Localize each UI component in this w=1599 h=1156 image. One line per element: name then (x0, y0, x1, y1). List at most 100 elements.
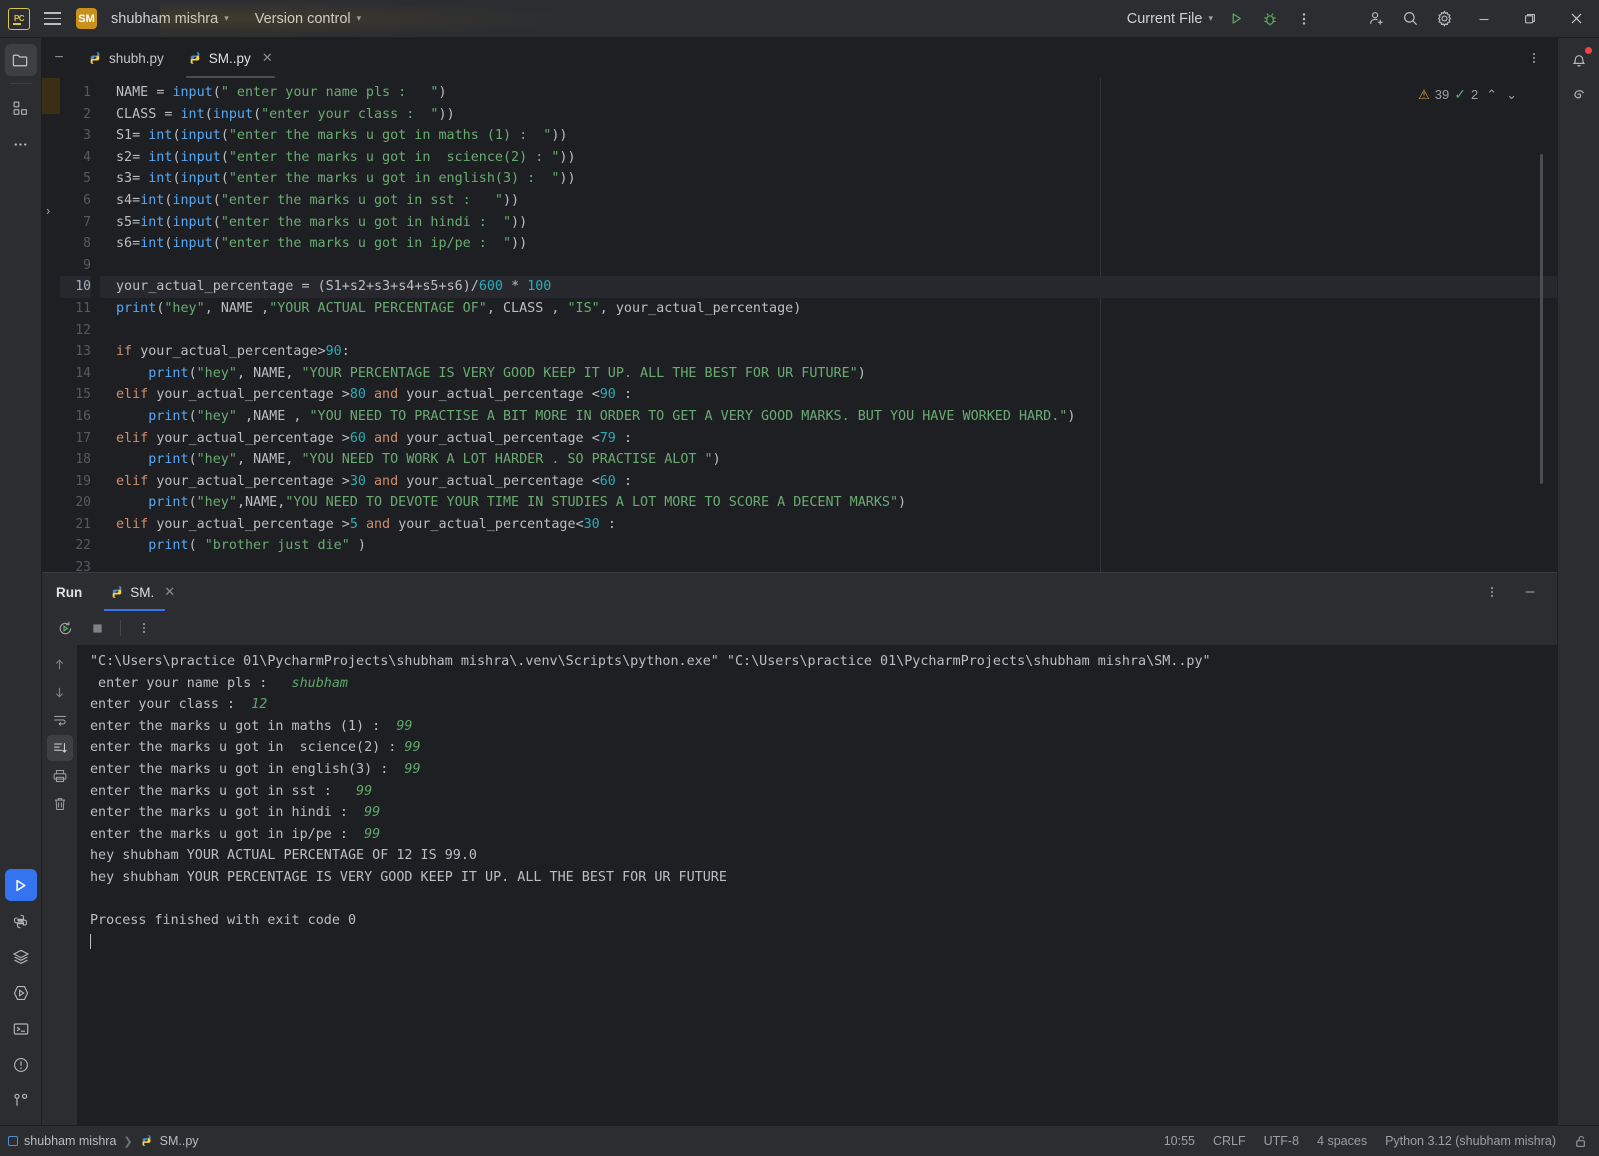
code-line[interactable]: elif your_actual_percentage >30 and your… (100, 471, 1557, 493)
chevron-up-icon[interactable]: ⌃ (1486, 87, 1497, 103)
console-caret-line[interactable] (90, 932, 1557, 954)
sidebar-item-version-control[interactable] (5, 1085, 37, 1117)
line-number-gutter: 1 2 3 4 5 6 7 8 9 10 11 12 13 14 15 16 17 18 19 20 21 22 23 (60, 78, 100, 575)
main-body: − shubh.py SM..py ✕ › 1 2 3 4 5 6 7 8 9 … (0, 38, 1599, 1125)
minimize-icon[interactable] (1461, 0, 1507, 38)
maximize-icon[interactable] (1507, 0, 1553, 38)
run-session-tab[interactable]: SM. ✕ (104, 573, 181, 611)
sidebar-item-project[interactable] (4, 44, 37, 76)
breadcrumb-project[interactable]: shubham mishra (8, 1134, 116, 1148)
editor-left-strip: › (42, 78, 60, 572)
run-icon[interactable] (1219, 4, 1253, 34)
main-menu-button[interactable] (40, 7, 64, 31)
console-line: hey shubham YOUR ACTUAL PERCENTAGE OF 12… (90, 848, 477, 864)
code-line[interactable]: NAME = input(" enter your name pls : ") (100, 82, 1557, 104)
debug-icon[interactable] (1253, 4, 1287, 34)
code-line[interactable]: s2= int(input("enter the marks u got in … (100, 147, 1557, 169)
python-file-icon (188, 51, 202, 65)
close-tab-icon[interactable]: ✕ (262, 50, 273, 66)
console-user-input: shubham (291, 675, 348, 691)
center-column: − shubh.py SM..py ✕ › 1 2 3 4 5 6 7 8 9 … (42, 38, 1557, 1125)
notifications-icon[interactable] (1563, 44, 1595, 76)
editor-scrollbar[interactable] (1540, 154, 1543, 484)
close-icon[interactable] (1553, 0, 1599, 38)
breadcrumb-file-label: SM..py (159, 1134, 199, 1148)
code-line[interactable]: s5=int(input("enter the marks u got in h… (100, 212, 1557, 234)
run-panel-title: Run (56, 584, 83, 600)
code-line[interactable]: print("hey", NAME, "YOU NEED TO WORK A L… (100, 449, 1557, 471)
close-run-tab-icon[interactable]: ✕ (164, 584, 175, 600)
console-line: Process finished with exit code 0 (90, 913, 357, 929)
code-line[interactable]: elif your_actual_percentage >5 and your_… (100, 514, 1557, 536)
run-console-more-icon[interactable] (131, 615, 157, 641)
search-icon[interactable] (1393, 4, 1427, 34)
editor-tab-shubh[interactable]: shubh.py (76, 38, 176, 78)
unlocked-icon[interactable] (1574, 1134, 1589, 1149)
code-line[interactable] (100, 255, 1557, 277)
line-number: 9 (83, 257, 91, 273)
code-line[interactable]: your_actual_percentage = (S1+s2+s3+s4+s5… (100, 276, 1557, 298)
code-line[interactable]: if your_actual_percentage>90: (100, 341, 1557, 363)
sidebar-item-run[interactable] (4, 869, 37, 901)
sidebar-item-terminal[interactable] (5, 1013, 37, 1045)
inspection-widget[interactable]: ⚠ 39 ✓ 2 ⌃ ⌄ (1418, 86, 1517, 103)
run-session-label: SM. (130, 584, 155, 600)
run-panel-more-options-icon[interactable] (1475, 577, 1509, 607)
version-control-dropdown[interactable]: Version control ▾ (249, 7, 367, 31)
file-encoding[interactable]: UTF-8 (1264, 1134, 1299, 1148)
indent-setting[interactable]: 4 spaces (1317, 1134, 1367, 1148)
sidebar-item-structure[interactable] (5, 92, 37, 124)
code-line[interactable]: CLASS = int(input("enter your class : ")… (100, 104, 1557, 126)
code-line[interactable]: s3= int(input("enter the marks u got in … (100, 168, 1557, 190)
ai-assistant-icon[interactable] (1563, 80, 1595, 112)
soft-wrap-icon[interactable] (47, 707, 73, 733)
module-icon (8, 1136, 18, 1146)
breadcrumb-file[interactable]: SM..py (140, 1134, 199, 1148)
code-line[interactable]: print( "brother just die" ) (100, 535, 1557, 557)
hide-run-panel-icon[interactable] (1513, 577, 1547, 607)
python-interpreter[interactable]: Python 3.12 (shubham mishra) (1385, 1134, 1556, 1148)
trash-icon[interactable] (47, 791, 73, 817)
line-separator[interactable]: CRLF (1213, 1134, 1246, 1148)
code-line[interactable] (100, 320, 1557, 342)
print-icon[interactable] (47, 763, 73, 789)
code-line[interactable]: print("hey",NAME,"YOU NEED TO DEVOTE YOU… (100, 492, 1557, 514)
collapse-tabs-button[interactable]: − (42, 38, 76, 78)
down-arrow-icon[interactable] (47, 679, 73, 705)
code-line[interactable]: print("hey" ,NAME , "YOU NEED TO PRACTIS… (100, 406, 1557, 428)
run-panel-actions (1475, 577, 1557, 607)
sidebar-item-more-tool-windows[interactable] (5, 128, 37, 160)
expand-gutter-icon[interactable]: › (46, 203, 50, 218)
line-number: 20 (75, 495, 91, 511)
console-line: enter the marks u got in maths (1) : 99 (90, 718, 413, 734)
rerun-icon[interactable] (52, 615, 78, 641)
code-line[interactable]: print("hey", NAME, "YOUR PERCENTAGE IS V… (100, 363, 1557, 385)
run-configuration-selector[interactable]: Current File ▾ (1121, 7, 1219, 31)
console-output[interactable]: "C:\Users\practice 01\PycharmProjects\sh… (78, 645, 1557, 1125)
project-name-dropdown[interactable]: shubham mishra ▾ (105, 7, 235, 31)
code-line[interactable]: s6=int(input("enter the marks u got in i… (100, 233, 1557, 255)
code-line[interactable] (100, 557, 1557, 572)
code-line[interactable]: elif your_actual_percentage >80 and your… (100, 384, 1557, 406)
code-line[interactable]: elif your_actual_percentage >60 and your… (100, 428, 1557, 450)
code-line[interactable]: print("hey", NAME ,"YOUR ACTUAL PERCENTA… (100, 298, 1557, 320)
code-content[interactable]: NAME = input(" enter your name pls : ") C… (100, 78, 1557, 572)
chevron-down-icon[interactable]: ⌄ (1506, 87, 1517, 103)
console-user-input: 99 (396, 718, 413, 734)
up-arrow-icon[interactable] (47, 651, 73, 677)
settings-icon[interactable] (1427, 4, 1461, 34)
sidebar-item-problems[interactable] (5, 1049, 37, 1081)
stop-icon[interactable] (84, 615, 110, 641)
code-line[interactable]: s4=int(input("enter the marks u got in s… (100, 190, 1557, 212)
sidebar-item-run-anything[interactable] (5, 977, 37, 1009)
cursor-position[interactable]: 10:55 (1164, 1134, 1195, 1148)
sidebar-item-services[interactable] (5, 941, 37, 973)
code-line[interactable]: S1= int(input("enter the marks u got in … (100, 125, 1557, 147)
more-options-icon[interactable] (1287, 4, 1321, 34)
scroll-to-end-icon[interactable] (46, 735, 73, 761)
editor-more-options-icon[interactable] (1517, 43, 1551, 73)
editor-tab-sm[interactable]: SM..py ✕ (176, 38, 285, 78)
sidebar-item-python-packages[interactable] (5, 905, 37, 937)
code-editor[interactable]: › 1 2 3 4 5 6 7 8 9 10 11 12 13 14 15 16 17 18 19 20 21 22 23 … (42, 78, 1557, 575)
add-user-icon[interactable] (1359, 4, 1393, 34)
